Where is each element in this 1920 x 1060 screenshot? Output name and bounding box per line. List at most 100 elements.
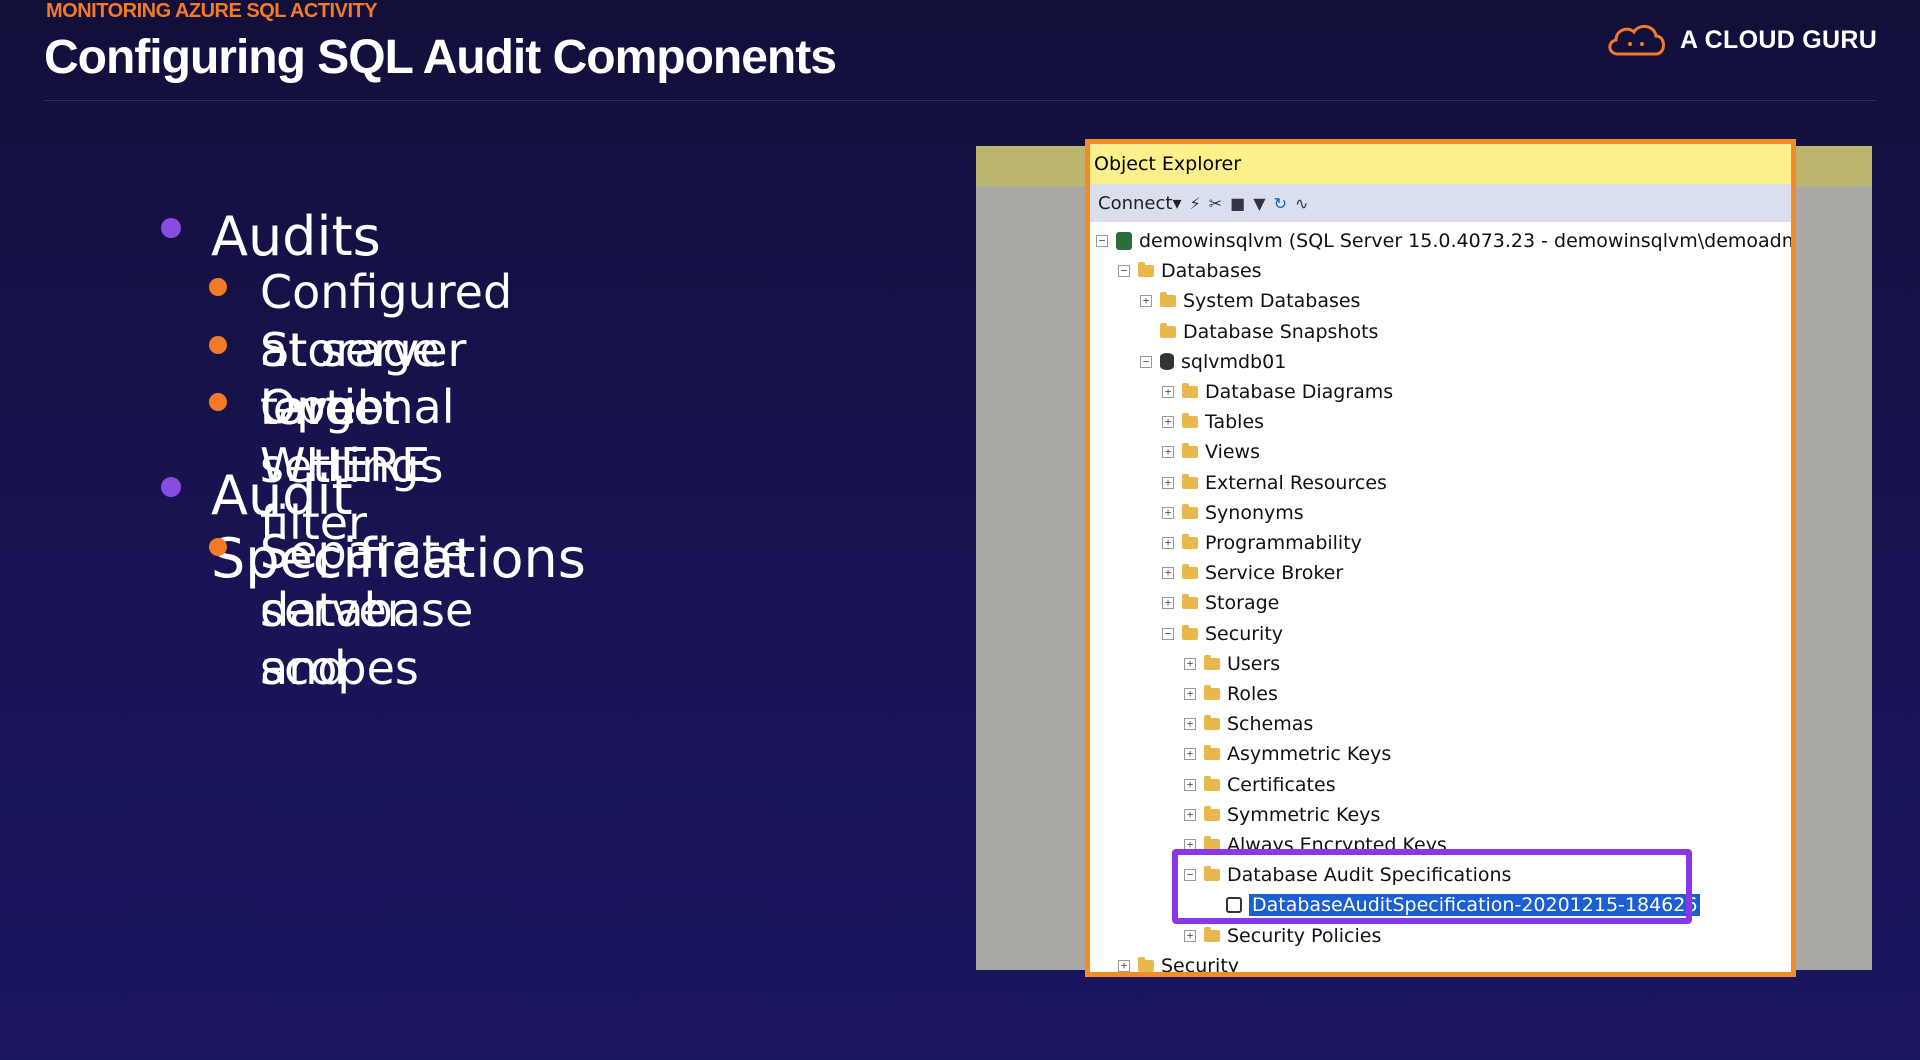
tree-node-label: External Resources	[1205, 471, 1387, 494]
slide-title: Configuring SQL Audit Components	[44, 31, 837, 84]
tree-node-label: Roles	[1227, 683, 1278, 705]
tree-node-label: Security	[1161, 954, 1240, 977]
sub-bullet-dot	[209, 336, 227, 354]
folder-icon	[1182, 534, 1198, 549]
expand-icon[interactable]: +	[1140, 295, 1152, 308]
tree-node-label: Security Policies	[1227, 924, 1382, 947]
tree-node-label: System Databases	[1183, 290, 1361, 313]
tree-node[interactable]: + Roles	[1184, 679, 1278, 709]
tree-node[interactable]: + Storage	[1162, 588, 1279, 618]
expand-icon[interactable]: +	[1162, 476, 1174, 489]
expand-icon[interactable]: +	[1184, 718, 1196, 731]
tree-node[interactable]: − Security	[1162, 619, 1283, 649]
sub-bullet-continuation: database scopes	[260, 583, 474, 695]
tree-node[interactable]: + Tables	[1162, 407, 1264, 437]
tree-node[interactable]: + Symmetric Keys	[1184, 800, 1380, 830]
tree-node-label: Views	[1205, 441, 1260, 464]
folder-icon	[1182, 594, 1198, 610]
expand-icon[interactable]: +	[1162, 506, 1174, 519]
object-explorer-title: Object Explorer	[1090, 144, 1791, 184]
expand-icon[interactable]: +	[1184, 748, 1196, 761]
brand-logo: A CLOUD GURU	[1604, 18, 1877, 62]
folder-icon	[1204, 926, 1220, 942]
expand-icon[interactable]: +	[1162, 567, 1174, 580]
header-divider	[44, 100, 1876, 101]
audit-spec-highlight-box	[1172, 849, 1692, 924]
tree-node-label: Tables	[1205, 411, 1265, 434]
bullet-dot	[161, 477, 181, 497]
cloud-logo-icon	[1608, 25, 1665, 56]
tree-node-label: Security	[1205, 622, 1284, 645]
tree-node-label: sqlvmdb01	[1181, 350, 1287, 373]
tree-node[interactable]: + Schemas	[1184, 709, 1313, 739]
expand-icon[interactable]: +	[1162, 446, 1174, 459]
folder-icon	[1182, 564, 1198, 580]
collapse-icon[interactable]: −	[1162, 627, 1174, 640]
brand-name: A CLOUD GURU	[1680, 25, 1878, 54]
database-icon	[1160, 353, 1174, 371]
tree-node[interactable]: + Certificates	[1184, 770, 1336, 800]
expand-icon[interactable]: +	[1184, 808, 1196, 821]
tree-node[interactable]: − demowinsqlvm (SQL Server 15.0.4073.23 -…	[1096, 226, 1796, 256]
stop-icon[interactable]: ■	[1230, 194, 1245, 213]
folder-icon	[1182, 413, 1198, 429]
tree-node[interactable]: − Databases	[1118, 256, 1262, 286]
expand-icon[interactable]: +	[1162, 537, 1174, 549]
tree-node[interactable]: + Programmability	[1162, 528, 1362, 558]
collapse-icon[interactable]: −	[1140, 355, 1152, 368]
tree-node-label: Programmability	[1205, 532, 1362, 554]
folder-icon	[1204, 745, 1220, 761]
tree-node-label: demowinsqlvm (SQL Server 15.0.4073.23 - …	[1139, 230, 1796, 252]
tree-node[interactable]: + Views	[1162, 437, 1260, 467]
folder-icon	[1204, 685, 1220, 700]
folder-icon	[1182, 383, 1198, 398]
tree-node[interactable]: + Security Policies	[1184, 921, 1381, 951]
tree-node-label: Databases	[1161, 260, 1262, 283]
expand-icon[interactable]: +	[1118, 959, 1130, 972]
tree-node[interactable]: + System Databases	[1140, 286, 1360, 316]
folder-icon	[1204, 775, 1220, 791]
folder-icon	[1160, 322, 1176, 338]
tree-node[interactable]: + Service Broker	[1162, 558, 1343, 588]
bullet-dot	[161, 218, 181, 238]
connect-dropdown[interactable]: Connect▾	[1098, 193, 1181, 214]
tree-node-label: Synonyms	[1205, 501, 1304, 524]
server-icon	[1116, 232, 1132, 250]
tree-node[interactable]: Database Snapshots	[1140, 317, 1378, 347]
tree-node-label: Database Snapshots	[1183, 320, 1379, 343]
tree-node[interactable]: + Security	[1118, 951, 1240, 977]
sub-bullet-dot	[209, 393, 227, 411]
collapse-icon[interactable]: −	[1118, 265, 1130, 278]
disconnect-icon[interactable]: ✂	[1209, 194, 1222, 213]
folder-icon	[1204, 805, 1220, 821]
tree-node-label: Service Broker	[1205, 562, 1344, 585]
expand-icon[interactable]: +	[1162, 416, 1174, 429]
tree-node[interactable]: + Users	[1184, 649, 1280, 679]
tree-node[interactable]: + External Resources	[1162, 468, 1387, 498]
tree-node[interactable]: + Synonyms	[1162, 498, 1304, 528]
folder-icon	[1182, 473, 1198, 489]
folder-icon	[1182, 443, 1198, 459]
tree-node-label: Users	[1227, 652, 1281, 675]
activity-monitor-icon[interactable]: ∿	[1295, 194, 1308, 213]
expand-icon[interactable]: +	[1184, 929, 1196, 942]
tree-node[interactable]: + Database Diagrams	[1162, 377, 1393, 407]
expand-icon[interactable]: +	[1162, 597, 1174, 610]
connect-plug-icon[interactable]: ⚡	[1189, 194, 1200, 213]
refresh-icon[interactable]: ↻	[1274, 194, 1287, 213]
tree-node[interactable]: − sqlvmdb01	[1140, 347, 1286, 377]
dropdown-arrow-icon: ▾	[1172, 192, 1182, 214]
tree-node-label: Database Diagrams	[1205, 381, 1394, 403]
collapse-icon[interactable]: −	[1096, 235, 1108, 247]
expand-icon[interactable]: +	[1162, 386, 1174, 398]
tree-node[interactable]: + Asymmetric Keys	[1184, 739, 1391, 769]
sub-bullet-dot	[209, 538, 227, 556]
folder-icon	[1182, 624, 1198, 640]
expand-icon[interactable]: +	[1184, 778, 1196, 791]
folder-icon	[1138, 956, 1154, 972]
filter-icon[interactable]: ▼	[1253, 194, 1265, 213]
expand-icon[interactable]: +	[1184, 657, 1196, 670]
expand-icon[interactable]: +	[1184, 688, 1196, 700]
slide-eyebrow: MONITORING AZURE SQL ACTIVITY	[46, 0, 378, 22]
tree-node-label: Storage	[1205, 592, 1280, 615]
